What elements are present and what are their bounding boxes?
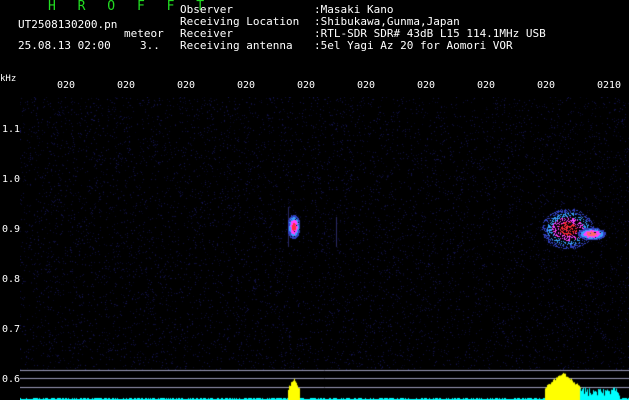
y-tick-label: 1.1 (2, 124, 21, 135)
y-axis-unit: kHz (0, 74, 17, 84)
file-name: UT2508130200.pn (18, 18, 118, 31)
x-tick-label: 0210 (597, 80, 622, 91)
date-time: 25.08.13 02:00 (18, 39, 111, 52)
x-tick-label: 020 (177, 80, 195, 91)
observation-info: Observer :Masaki Kano Receiving Location… (180, 4, 546, 52)
count-label: 3.. (140, 39, 160, 52)
x-tick-label: 020 (357, 80, 375, 91)
x-tick-label: 020 (117, 80, 135, 91)
y-tick-label: 0.6 (2, 374, 21, 385)
x-tick-label: 020 (537, 80, 555, 91)
y-tick-label: 0.8 (2, 274, 21, 285)
spectrogram (20, 97, 629, 400)
x-tick-label: 020 (417, 80, 435, 91)
y-tick-label: 0.7 (2, 324, 21, 335)
x-tick-label: 020 (297, 80, 315, 91)
y-tick-label: 1.0 (2, 174, 21, 185)
info-label: Receiving antenna (180, 39, 293, 52)
y-tick-label: 0.9 (2, 224, 21, 235)
x-tick-label: 020 (57, 80, 75, 91)
x-tick-label: 020 (477, 80, 495, 91)
info-row-antenna: Receiving antenna :5el Yagi Az 20 for Ao… (180, 40, 546, 52)
x-tick-label: 020 (237, 80, 255, 91)
info-value: :5el Yagi Az 20 for Aomori VOR (314, 39, 513, 52)
